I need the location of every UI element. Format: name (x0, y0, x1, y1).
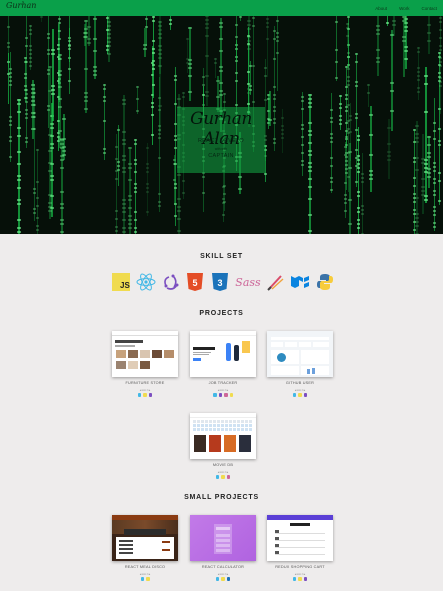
project-meta: ◂ ▪▪▪▪ / ▸ (139, 388, 151, 392)
project-meta: ◂ ▪▪▪▪ / ▸ (139, 572, 151, 576)
sass-icon: Sass (235, 272, 261, 292)
javascript-icon: JS (111, 272, 131, 292)
svg-text:5: 5 (193, 278, 198, 288)
redux-icon (303, 577, 308, 581)
python-icon (315, 272, 335, 292)
project-screenshot[interactable] (190, 413, 256, 459)
project-meta: ◂ ▪▪▪▪ / ▸ (217, 470, 229, 474)
material-ui-icon (290, 272, 310, 292)
sass-icon (226, 475, 231, 479)
react-icon (215, 577, 220, 581)
javascript-icon (298, 393, 302, 397)
sass-icon (224, 393, 228, 397)
redux-icon (161, 272, 181, 292)
react-icon (215, 475, 220, 479)
react-icon (136, 272, 156, 292)
project-title: FURNITURE STORE (125, 381, 165, 385)
project-card-movie-db[interactable]: MOVIE DB ◂ ▪▪▪▪ / ▸ (190, 413, 256, 480)
project-meta: ◂ ▪▪▪▪ / ▸ (217, 572, 229, 576)
react-icon (213, 393, 217, 397)
nav-contact-link[interactable]: Contact (421, 6, 437, 11)
hero-banner: Gurhan Alan REACT DEVELO with with CAPTA… (0, 16, 443, 234)
skills-row: JS 5 3 Sass (111, 270, 335, 294)
react-icon (137, 393, 142, 397)
svg-text:JS: JS (120, 281, 130, 290)
project-tech-icons (190, 577, 256, 582)
css3-icon: 3 (210, 272, 230, 292)
project-screenshot[interactable] (267, 331, 333, 377)
project-screenshot[interactable] (267, 515, 333, 561)
project-title: REDUX SHOPPING CART (275, 565, 325, 569)
project-screenshot[interactable] (112, 515, 178, 561)
project-meta: ◂ ▪▪▪▪ / ▸ (294, 572, 306, 576)
hero-with-text: with with (214, 147, 228, 151)
brush-icon (266, 272, 286, 292)
redux-icon (148, 393, 153, 397)
html5-icon: 5 (185, 272, 205, 292)
site-logo[interactable]: Gurhan (6, 1, 36, 10)
nav-menu: About Work Contact (375, 0, 437, 16)
react-icon (292, 577, 297, 581)
redux-icon (303, 393, 308, 397)
project-tech-icons (112, 393, 178, 398)
redux-icon (218, 393, 222, 397)
hero-role-text: REACT DEVELO (198, 138, 244, 144)
react-icon (292, 393, 297, 397)
css3-icon (226, 577, 231, 581)
svg-text:3: 3 (217, 278, 222, 288)
nav-work-link[interactable]: Work (399, 6, 409, 11)
svg-text:Sass: Sass (235, 276, 261, 289)
javascript-icon (221, 475, 225, 479)
project-card-job-tracker[interactable]: JOB TRACKER ◂ ▪▪▪▪ / ▸ (190, 331, 256, 398)
project-meta: ◂ ▪▪▪▪ / ▸ (294, 388, 306, 392)
javascript-icon (221, 577, 225, 581)
project-title: JOB TRACKER (208, 381, 238, 385)
project-title: REACT MEAL DISCO (124, 565, 166, 569)
project-screenshot[interactable] (190, 515, 256, 561)
projects-heading: PROJECTS (199, 310, 244, 317)
project-title: GITHUB USER (285, 381, 315, 385)
project-screenshot[interactable] (190, 331, 256, 377)
project-tech-icons (267, 393, 333, 398)
project-tech-icons (190, 393, 256, 398)
javascript-icon (146, 577, 150, 581)
top-navbar: Gurhan About Work Contact (0, 0, 443, 16)
small-project-card-shopping-cart[interactable]: REDUX SHOPPING CART ◂ ▪▪▪▪ / ▸ (267, 515, 333, 582)
javascript-icon (143, 393, 147, 397)
project-tech-icons (267, 577, 333, 582)
skills-heading: SKILL SET (200, 253, 243, 260)
hero-intro-card: Gurhan Alan REACT DEVELO with with CAPTA… (177, 107, 265, 173)
small-project-card-calculator[interactable]: REACT CALCULATOR ◂ ▪▪▪▪ / ▸ (190, 515, 256, 582)
project-meta: ◂ ▪▪▪▪ / ▸ (217, 388, 229, 392)
javascript-icon (229, 393, 233, 397)
react-icon (140, 577, 144, 581)
hero-caption-text: CAPTAIN (208, 153, 234, 159)
project-screenshot[interactable] (112, 331, 178, 377)
nav-about-link[interactable]: About (375, 6, 387, 11)
project-tech-icons (112, 577, 178, 582)
javascript-icon (298, 577, 302, 581)
project-card-furniture[interactable]: FURNITURE STORE ◂ ▪▪▪▪ / ▸ (112, 331, 178, 398)
small-project-card-meal[interactable]: REACT MEAL DISCO ◂ ▪▪▪▪ / ▸ (112, 515, 178, 582)
project-card-github-user[interactable]: GITHUB USER ◂ ▪▪▪▪ / ▸ (267, 331, 333, 398)
small-projects-heading: SMALL PROJECTS (184, 494, 259, 501)
project-title: REACT CALCULATOR (201, 565, 245, 569)
project-title: MOVIE DB (212, 463, 234, 467)
project-tech-icons (190, 475, 256, 480)
